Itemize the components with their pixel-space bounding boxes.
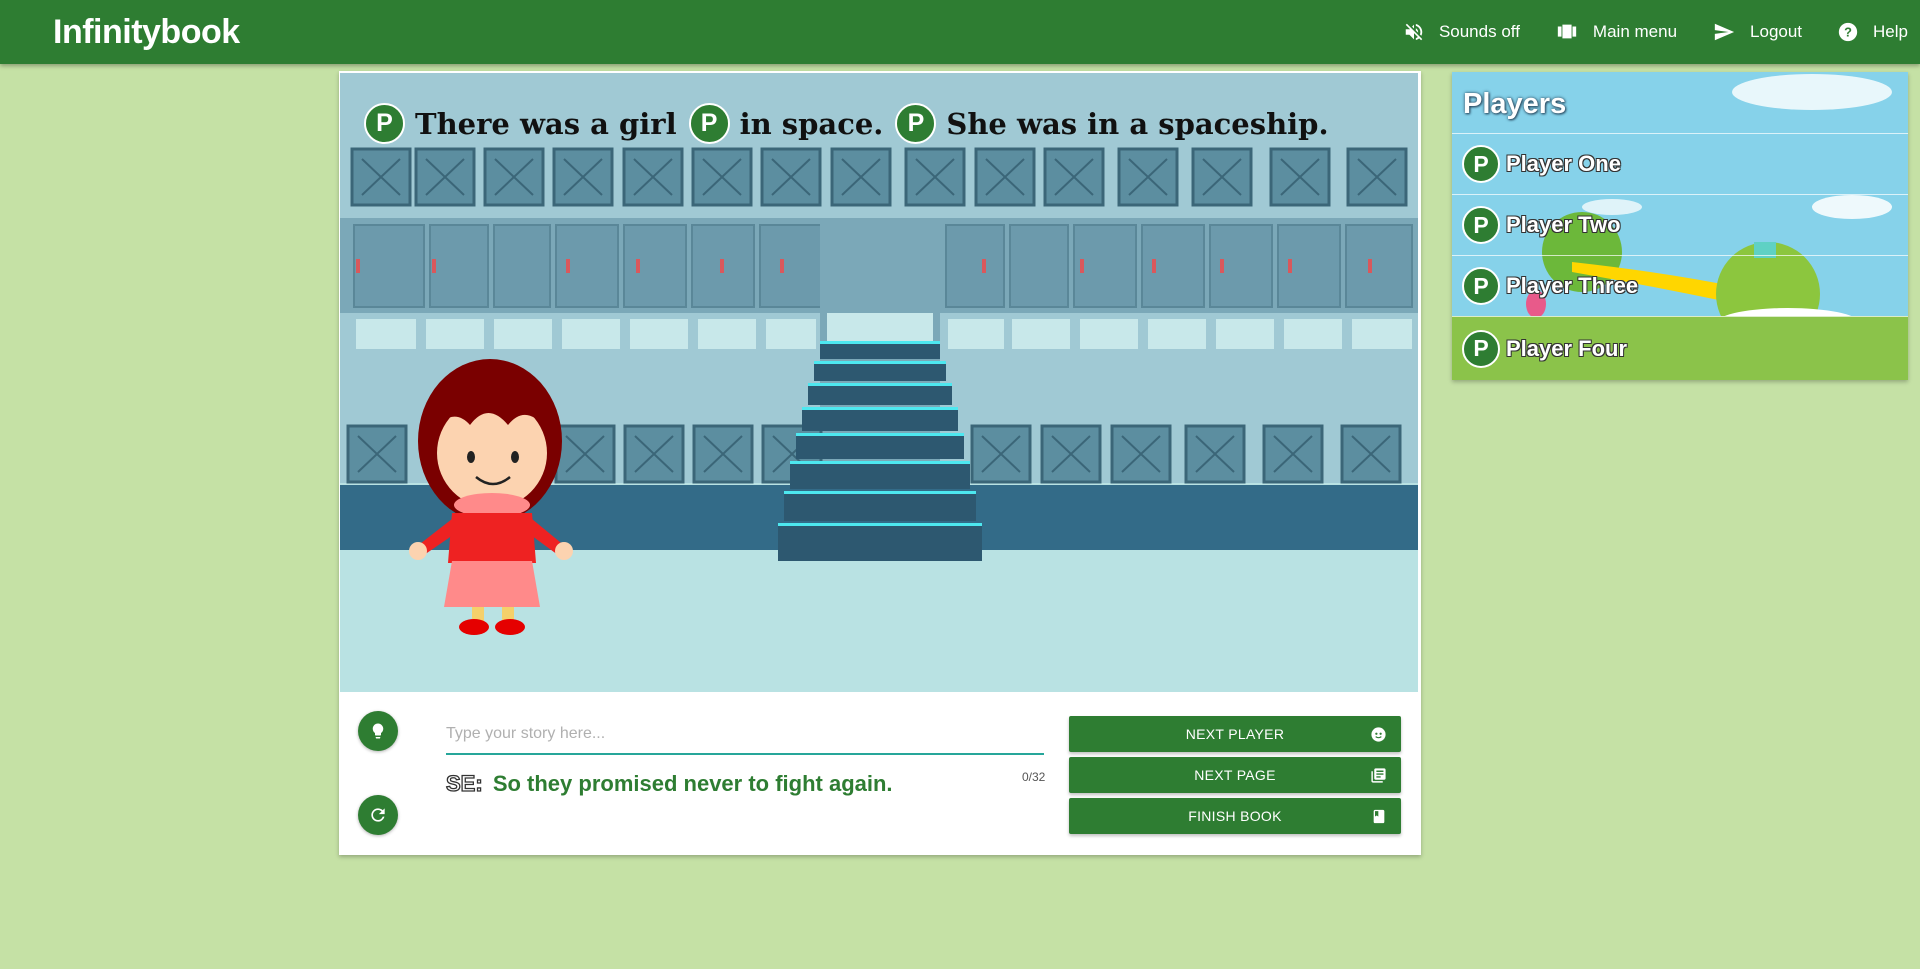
- help-label: Help: [1873, 22, 1908, 41]
- main-menu-label: Main menu: [1592, 22, 1678, 41]
- logout-link[interactable]: Logout: [1712, 21, 1802, 43]
- player-badge: P: [1462, 145, 1500, 183]
- svg-text:?: ?: [1844, 25, 1852, 40]
- main-menu-link[interactable]: Main menu: [1555, 21, 1677, 43]
- player-item[interactable]: P Player One: [1452, 133, 1908, 194]
- sounds-toggle[interactable]: Sounds off: [1403, 21, 1520, 43]
- next-player-label: NEXT PLAYER: [1185, 726, 1285, 742]
- players-panel: Players P Player One P Player Two P Play…: [1452, 72, 1908, 380]
- story-segment: in space.: [739, 106, 884, 141]
- player-name: Player Three: [1506, 273, 1639, 298]
- player-name: Player Four: [1506, 335, 1628, 361]
- next-page-button[interactable]: NEXT PAGE: [1069, 757, 1401, 793]
- app-title[interactable]: Infinitybook: [53, 13, 240, 52]
- player-item[interactable]: P Player Three: [1452, 255, 1908, 316]
- player-badge: P: [1462, 267, 1500, 305]
- next-player-button[interactable]: NEXT PLAYER: [1069, 716, 1401, 752]
- players-title: Players: [1463, 88, 1567, 120]
- spaceship-interior-illustration: [340, 73, 1418, 692]
- hint-button[interactable]: [358, 711, 398, 751]
- help-icon: ?: [1838, 22, 1858, 42]
- player-item[interactable]: P Player Two: [1452, 194, 1908, 255]
- book-icon: [1373, 809, 1385, 824]
- sounds-label: Sounds off: [1438, 22, 1520, 41]
- player-badge: P: [688, 103, 730, 144]
- player-badge: P: [364, 103, 405, 144]
- player-name: Player Two: [1506, 212, 1621, 237]
- character-counter: 0/32: [1022, 770, 1046, 784]
- lightbulb-icon: [372, 723, 384, 739]
- story-ending-hint: SE: So they promised never to fight agai…: [445, 770, 893, 797]
- story-segment: She was in a spaceship.: [946, 106, 1329, 141]
- story-illustration: P There was a girl P in space. P She was…: [340, 73, 1418, 692]
- story-text: P There was a girl P in space. P She was…: [364, 103, 1341, 144]
- logout-label: Logout: [1750, 22, 1803, 41]
- refresh-icon: [371, 808, 385, 822]
- player-badge: P: [895, 103, 937, 144]
- refresh-button[interactable]: [358, 795, 398, 835]
- finish-book-label: FINISH BOOK: [1188, 808, 1282, 824]
- finish-book-button[interactable]: FINISH BOOK: [1069, 798, 1401, 834]
- next-page-label: NEXT PAGE: [1194, 767, 1276, 783]
- help-link[interactable]: ? Help: [1837, 21, 1908, 43]
- view-carousel-icon: [1557, 24, 1577, 39]
- send-icon: [1714, 23, 1735, 41]
- top-nav: Sounds off Main menu Logout ? Help: [1403, 0, 1920, 64]
- top-app-bar: Infinitybook Sounds off Main menu Logout…: [0, 0, 1920, 64]
- player-badge: P: [1462, 206, 1500, 244]
- story-input[interactable]: [446, 715, 1044, 755]
- player-badge: P: [1462, 329, 1500, 368]
- story-ending-tag: SE:: [445, 770, 483, 796]
- story-card: P There was a girl P in space. P She was…: [339, 71, 1421, 855]
- story-segment: There was a girl: [415, 106, 677, 141]
- player-name: Player One: [1506, 151, 1621, 176]
- library-books-icon: [1371, 768, 1386, 783]
- story-ending-text: So they promised never to fight again.: [492, 771, 893, 796]
- player-item-active[interactable]: P Player Four: [1452, 316, 1908, 380]
- face-icon: [1371, 727, 1386, 742]
- volume-off-icon: [1405, 23, 1423, 41]
